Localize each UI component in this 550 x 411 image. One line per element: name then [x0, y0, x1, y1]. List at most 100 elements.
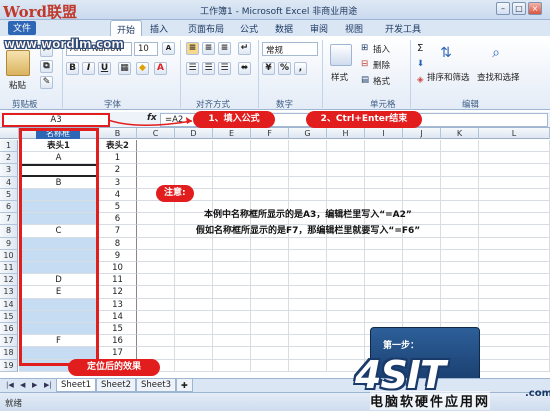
sheet-tab-3[interactable]: Sheet3	[136, 379, 176, 392]
empty-cell[interactable]	[175, 152, 213, 165]
empty-cell[interactable]	[175, 274, 213, 287]
number-format-select[interactable]: 常规	[262, 42, 318, 56]
empty-cell[interactable]	[175, 310, 213, 323]
empty-cell[interactable]	[479, 201, 550, 214]
cell-a[interactable]	[19, 213, 99, 226]
empty-cell[interactable]	[441, 188, 479, 201]
empty-cell[interactable]	[251, 347, 289, 360]
empty-cell[interactable]	[365, 152, 403, 165]
empty-cell[interactable]	[327, 335, 365, 348]
empty-cell[interactable]	[213, 298, 251, 311]
row-header[interactable]: 6	[0, 201, 18, 214]
empty-cell[interactable]	[175, 335, 213, 348]
empty-cell[interactable]	[403, 310, 441, 323]
empty-cell[interactable]	[479, 140, 550, 153]
cell-b[interactable]: 表头2	[99, 140, 137, 153]
cell-a[interactable]: D	[19, 274, 99, 287]
empty-cell[interactable]	[251, 274, 289, 287]
row-header[interactable]: 17	[0, 335, 18, 348]
cell-b[interactable]: 9	[99, 249, 137, 262]
empty-cell[interactable]	[327, 274, 365, 287]
empty-cell[interactable]	[289, 359, 327, 372]
comma-icon[interactable]: ,	[294, 62, 307, 75]
empty-cell[interactable]	[479, 286, 550, 299]
empty-cell[interactable]	[479, 237, 550, 250]
empty-cell[interactable]	[289, 262, 327, 275]
empty-cell[interactable]	[137, 310, 175, 323]
sheet-tab-1[interactable]: Sheet1	[56, 379, 96, 392]
underline-button[interactable]: U	[98, 62, 111, 75]
minimize-button[interactable]: –	[496, 2, 510, 15]
cell-a[interactable]: F	[19, 335, 99, 348]
row-header[interactable]: 1	[0, 140, 18, 153]
column-header-h[interactable]: H	[327, 128, 365, 139]
tab-home[interactable]: 开始	[110, 20, 143, 36]
empty-cell[interactable]	[327, 262, 365, 275]
empty-cell[interactable]	[479, 298, 550, 311]
maximize-button[interactable]: □	[512, 2, 526, 15]
column-header-g[interactable]: G	[289, 128, 327, 139]
empty-cell[interactable]	[175, 323, 213, 336]
empty-cell[interactable]	[175, 262, 213, 275]
empty-cell[interactable]	[289, 249, 327, 262]
empty-cell[interactable]	[403, 286, 441, 299]
empty-cell[interactable]	[479, 335, 550, 348]
row-header[interactable]: 16	[0, 323, 18, 336]
empty-cell[interactable]	[327, 286, 365, 299]
cell-a[interactable]	[19, 323, 99, 336]
empty-cell[interactable]	[479, 249, 550, 262]
new-sheet-icon[interactable]: ✚	[176, 379, 193, 392]
align-center-icon[interactable]: ☰	[202, 62, 215, 75]
empty-cell[interactable]	[479, 310, 550, 323]
cell-a[interactable]	[19, 249, 99, 262]
wrap-text-icon[interactable]: ↵	[238, 42, 251, 55]
column-header-f[interactable]: F	[251, 128, 289, 139]
sort-filter-button[interactable]: 排序和筛选	[426, 70, 471, 84]
empty-cell[interactable]	[251, 335, 289, 348]
empty-cell[interactable]	[327, 310, 365, 323]
empty-cell[interactable]	[289, 164, 327, 177]
empty-cell[interactable]	[137, 164, 175, 177]
cell-b[interactable]: 4	[99, 188, 137, 201]
empty-cell[interactable]	[289, 140, 327, 153]
column-header-k[interactable]: K	[441, 128, 479, 139]
empty-cell[interactable]	[251, 359, 289, 372]
font-size-select[interactable]: 10	[134, 42, 158, 56]
row-header[interactable]: 5	[0, 188, 18, 201]
empty-cell[interactable]	[441, 176, 479, 189]
cell-a[interactable]: E	[19, 286, 99, 299]
tab-developer[interactable]: 开发工具	[385, 22, 421, 35]
empty-cell[interactable]	[289, 347, 327, 360]
empty-cell[interactable]	[441, 201, 479, 214]
empty-cell[interactable]	[479, 323, 550, 336]
empty-cell[interactable]	[251, 249, 289, 262]
empty-cell[interactable]	[479, 176, 550, 189]
empty-cell[interactable]	[251, 298, 289, 311]
tab-review[interactable]: 审阅	[310, 22, 328, 35]
empty-cell[interactable]	[213, 152, 251, 165]
row-header[interactable]: 3	[0, 164, 18, 177]
align-right-icon[interactable]: ☰	[218, 62, 231, 75]
empty-cell[interactable]	[327, 152, 365, 165]
align-middle-icon[interactable]: ≡	[202, 42, 215, 55]
empty-cell[interactable]	[479, 359, 550, 372]
empty-cell[interactable]	[327, 140, 365, 153]
cell-b[interactable]: 13	[99, 298, 137, 311]
empty-cell[interactable]	[365, 140, 403, 153]
cell-b[interactable]: 16	[99, 335, 137, 348]
empty-cell[interactable]	[403, 152, 441, 165]
row-header[interactable]: 8	[0, 225, 18, 238]
styles-icon[interactable]	[330, 44, 352, 66]
empty-cell[interactable]	[365, 262, 403, 275]
cell-a[interactable]	[19, 298, 99, 311]
empty-cell[interactable]	[137, 286, 175, 299]
cell-a[interactable]	[19, 237, 99, 250]
column-header-d[interactable]: D	[175, 128, 213, 139]
empty-cell[interactable]	[327, 164, 365, 177]
empty-cell[interactable]	[137, 140, 175, 153]
empty-cell[interactable]	[251, 286, 289, 299]
cell-b[interactable]: 11	[99, 274, 137, 287]
empty-cell[interactable]	[251, 164, 289, 177]
cell-a[interactable]	[19, 310, 99, 323]
empty-cell[interactable]	[441, 262, 479, 275]
